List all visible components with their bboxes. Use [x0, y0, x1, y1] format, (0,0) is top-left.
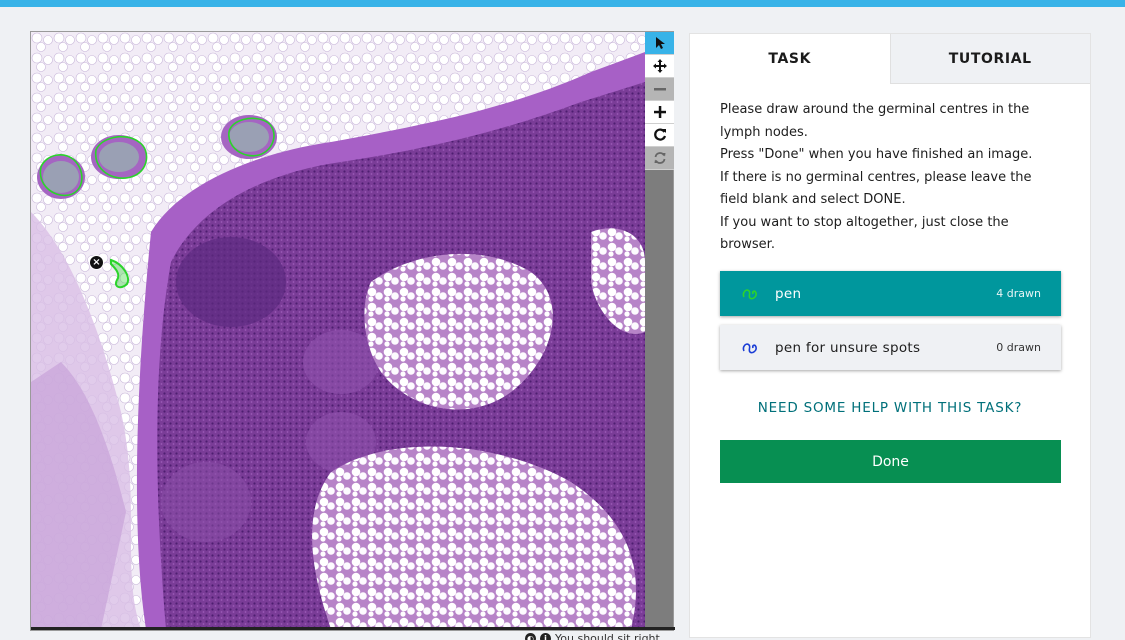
task-panel: TASK TUTORIAL Please draw around the ger…	[689, 33, 1091, 638]
unsure-pen-tool-option[interactable]: pen for unsure spots 0 drawn	[720, 325, 1061, 370]
pen-tool-option[interactable]: pen 4 drawn	[720, 271, 1061, 316]
viewer-bottom-border	[31, 627, 675, 630]
unsure-pen-tool-label: pen for unsure spots	[775, 339, 921, 356]
zoom-in-button[interactable]	[645, 101, 674, 124]
freehand-icon	[740, 338, 760, 358]
panel-tabs: TASK TUTORIAL	[690, 34, 1090, 84]
reset-view-button[interactable]	[645, 147, 674, 170]
refresh-icon	[654, 152, 665, 164]
task-instructions: Please draw around the germinal centres …	[720, 99, 1060, 257]
pointer-tool-button[interactable]	[645, 32, 674, 55]
minus-icon	[653, 88, 666, 91]
unsure-pen-tool-count: 0 drawn	[996, 341, 1041, 354]
contrast-icon[interactable]: ◐	[525, 633, 536, 640]
help-link[interactable]: NEED SOME HELP WITH THIS TASK?	[690, 400, 1090, 416]
viewer-toolbar	[645, 32, 674, 170]
pen-tool-label: pen	[775, 285, 802, 302]
pen-tool-count: 4 drawn	[996, 287, 1041, 300]
move-icon	[652, 59, 667, 73]
histology-image[interactable]: ×	[31, 32, 645, 629]
zoom-out-button[interactable]	[645, 78, 674, 101]
footer-text: You should sit right	[555, 632, 660, 640]
pointer-icon	[655, 37, 665, 49]
freehand-icon	[740, 284, 760, 304]
info-icon[interactable]: i	[540, 633, 551, 640]
instruction-line: If you want to stop altogether, just clo…	[720, 214, 1009, 253]
instruction-line: If there is no germinal centres, please …	[720, 169, 1032, 208]
plus-icon	[653, 106, 666, 118]
tab-task[interactable]: TASK	[690, 34, 890, 84]
instruction-line: Press "Done" when you have finished an i…	[720, 147, 1033, 162]
delete-mark-icon[interactable]: ×	[89, 255, 104, 270]
rotate-button[interactable]	[645, 124, 674, 147]
tissue-illustration	[31, 32, 645, 629]
rotate-icon	[653, 128, 666, 141]
viewer-footer: ◐ i You should sit right	[525, 632, 660, 640]
pan-tool-button[interactable]	[645, 55, 674, 78]
tab-tutorial[interactable]: TUTORIAL	[889, 34, 1090, 84]
top-accent-bar	[0, 0, 1125, 7]
instruction-line: Please draw around the germinal centres …	[720, 102, 1030, 140]
image-viewer: ×	[30, 31, 675, 631]
done-button[interactable]: Done	[720, 440, 1061, 483]
